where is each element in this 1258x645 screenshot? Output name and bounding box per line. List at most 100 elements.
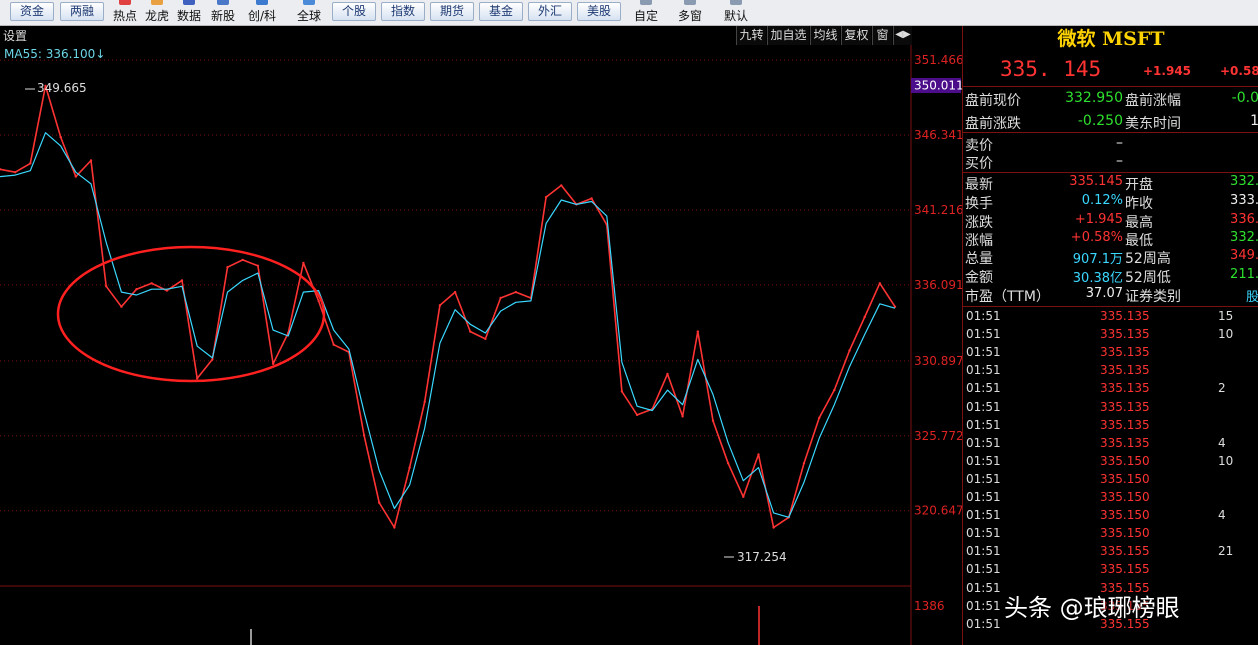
hotspot-button[interactable]: 热点 [110,0,140,26]
index-button[interactable]: 指数 [381,2,425,21]
stat-value: 907.1万 [1072,252,1123,267]
us-stock-button[interactable]: 美股 [577,2,621,21]
price-point [802,462,806,465]
price-point [14,171,17,174]
ma-button[interactable]: 均线 [810,26,840,45]
price-chart-area[interactable]: 351.466 346.341 341.216 336.091 330.897 325.7… [0,26,962,645]
multi-window-icon [684,0,696,5]
y-tick-label: 346.341 [914,128,962,142]
tick-time: 01:51 [966,508,1001,523]
stat-value: 333. [1230,193,1258,208]
window-button[interactable]: 窗 [872,26,892,45]
premarket-pct-key: 盘前涨幅 [1125,93,1181,109]
funds-button[interactable]: 资金 [10,2,54,21]
tick-time: 01:51 [966,345,1001,360]
tick-time: 01:51 [966,471,1001,486]
high-marker: 349.665 [37,81,87,95]
us-east-time-key: 美东时间 [1125,116,1181,132]
default-icon [730,0,742,5]
tick-price: 335.135 [1100,309,1150,323]
premarket-change-key: 盘前涨跌 [965,116,1021,132]
bid-value: – [1116,153,1123,169]
settings-button[interactable]: 设置 [3,27,27,44]
top-toolbar: 资金 两融 热点 龙虎 数据 新股 创/科 全球 个股 指数 期货 基金 外汇 … [0,0,1258,26]
price-point [135,288,138,291]
tick-row: 01:51 335.135 10 [963,327,1258,345]
price-point [878,282,881,285]
tech-board-label: 创/科 [247,9,277,23]
add-watchlist-button[interactable]: 加自选 [767,26,809,45]
hotspot-label: 热点 [112,9,137,23]
tick-price: 335.135 [1100,363,1150,378]
stat-key: 金额 [965,270,993,286]
stat-key: 换手 [965,196,993,212]
price-point [211,358,214,361]
price-point [620,390,624,393]
ask-row: 卖价 – [963,135,1258,154]
stock-button[interactable]: 个股 [332,2,376,21]
stat-value: 336. [1230,212,1258,227]
forex-button[interactable]: 外汇 [528,2,572,21]
stat-value: +1.945 [1074,212,1123,227]
stat-key: 开盘 [1125,177,1153,193]
price-point [180,279,184,282]
y-tick-label: 320.647 [914,504,962,518]
global-button[interactable]: 全球 [294,0,324,26]
expand-icon[interactable]: ◀▶ [893,26,912,45]
price-point [666,372,669,376]
fund-button[interactable]: 基金 [479,2,523,21]
ma55-series-line [0,132,896,518]
y-tick-label: 336.091 [914,278,962,292]
globe-icon [303,0,315,5]
price-point [74,175,78,178]
price-point [302,261,305,265]
nine-turn-button[interactable]: 九转 [736,26,766,45]
new-stock-button[interactable]: 新股 [208,0,238,26]
tick-price: 335.150 [1100,471,1150,486]
stat-value: 335.145 [1069,174,1123,189]
futures-button[interactable]: 期货 [430,2,474,21]
tick-time: 01:51 [966,598,1001,613]
stat-key: 最高 [1125,215,1153,231]
stat-row: 市盈（TTM） 37.07 证券类别 股 [963,286,1258,305]
custom-button[interactable]: 自定 [631,0,661,26]
premarket-row: 盘前现价 332.950 盘前涨幅 -0.0 [963,90,1258,109]
margin-button[interactable]: 两融 [60,2,104,21]
stat-value: 37.07 [1085,286,1123,301]
default-button[interactable]: 默认 [721,0,751,26]
price-point [378,501,381,504]
multi-window-button[interactable]: 多窗 [675,0,705,26]
tick-row: 01:51 335.135 [963,363,1258,381]
stat-key: 最新 [965,177,993,193]
tick-volume: 4 [1218,435,1226,450]
tick-price: 335.135 [1100,435,1150,450]
price-chart[interactable]: 351.466 346.341 341.216 336.091 330.897 325.7… [0,26,962,645]
premarket-row: 盘前涨跌 -0.250 美东时间 1 [963,113,1258,132]
stat-key: 涨跌 [965,215,993,231]
adjust-button[interactable]: 复权 [841,26,871,45]
price-point [848,349,851,352]
stat-key: 总量 [965,251,993,267]
price-point [408,466,411,469]
price-point [590,197,593,200]
tick-time: 01:51 [966,417,1001,432]
stat-key: 证券类别 [1125,289,1181,305]
dragon-tiger-button[interactable]: 龙虎 [142,0,172,26]
tick-row: 01:51 335.135 15 [963,309,1258,327]
price-point [438,304,442,307]
price-point [514,290,517,294]
premarket-price-key: 盘前现价 [965,93,1021,109]
price-point [560,184,563,187]
current-price-tag: 350.011 [914,79,962,93]
price-point [196,377,199,380]
tick-price: 335.135 [1100,345,1150,360]
price-point [742,495,745,498]
tick-time: 01:51 [966,616,1001,631]
data-button[interactable]: 数据 [174,0,204,26]
tech-board-button[interactable]: 创/科 [247,0,277,26]
divider [963,306,1258,307]
y-tick-label: 351.466 [914,53,962,67]
y-axis: 351.466 346.341 341.216 336.091 330.897 325.7… [914,53,962,518]
y-tick-label: 330.897 [914,354,962,368]
tick-time: 01:51 [966,562,1001,577]
